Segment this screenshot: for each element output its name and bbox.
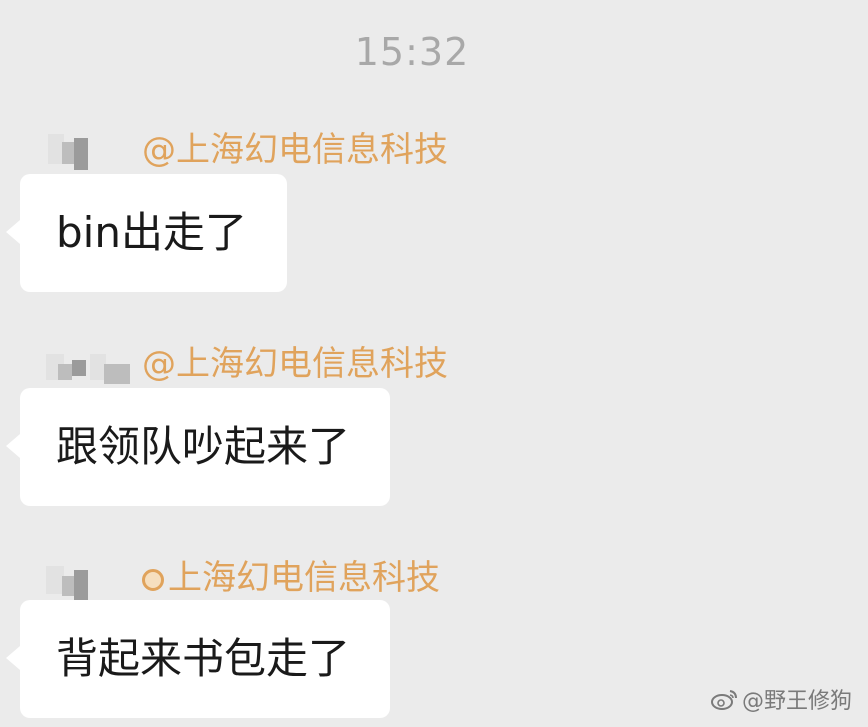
sender-avatar-blurred[interactable]	[40, 344, 140, 384]
sender-mention-label: @上海幻电信息科技	[142, 130, 448, 170]
weibo-icon	[710, 690, 737, 710]
watermark-text: @野王修狗	[741, 689, 852, 714]
watermark: @野王修狗	[710, 683, 852, 715]
message-bubble[interactable]: 跟领队吵起来了	[5, 388, 391, 506]
chat-timestamp: 15:32	[354, 30, 470, 74]
sender-mention-label: @上海幻电信息科技	[142, 344, 448, 384]
sender-avatar-blurred[interactable]	[40, 128, 140, 170]
message-bubble[interactable]: bin出走了	[6, 174, 287, 292]
mention-at-icon	[142, 569, 164, 591]
message-bubble[interactable]: 背起来书包走了	[5, 600, 391, 718]
sender-avatar-blurred[interactable]	[40, 558, 140, 600]
sender-mention-label: 上海幻电信息科技	[142, 550, 440, 599]
